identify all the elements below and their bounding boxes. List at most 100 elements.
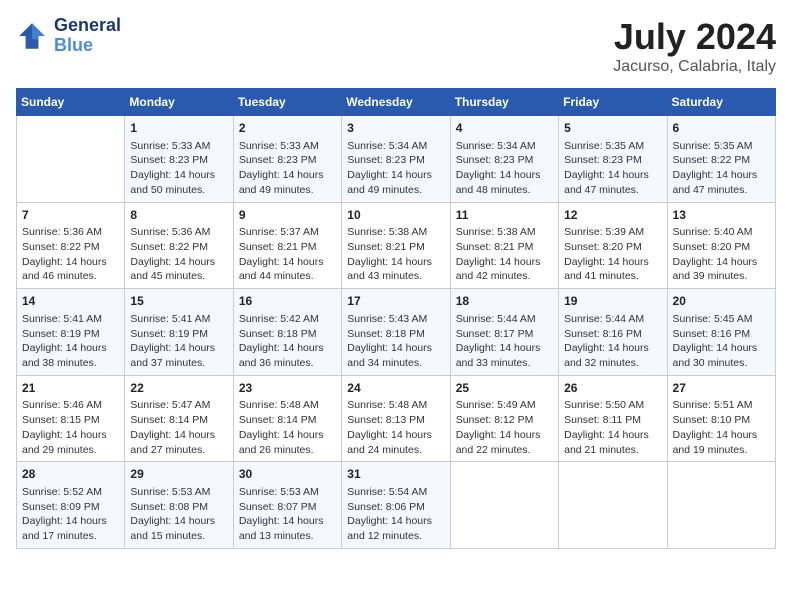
day-info: Sunrise: 5:52 AMSunset: 8:09 PMDaylight:…	[22, 485, 119, 544]
day-number: 10	[347, 207, 444, 224]
day-header-sunday: Sunday	[17, 89, 125, 116]
day-info: Sunrise: 5:36 AMSunset: 8:22 PMDaylight:…	[22, 225, 119, 284]
day-info: Sunrise: 5:53 AMSunset: 8:08 PMDaylight:…	[130, 485, 227, 544]
calendar-cell: 28 Sunrise: 5:52 AMSunset: 8:09 PMDayligh…	[17, 462, 125, 549]
day-info: Sunrise: 5:33 AMSunset: 8:23 PMDaylight:…	[130, 139, 227, 198]
logo: General Blue	[16, 16, 121, 56]
day-number: 18	[456, 293, 553, 310]
day-number: 31	[347, 466, 444, 483]
calendar-cell: 23Sunrise: 5:48 AMSunset: 8:14 PMDayligh…	[233, 375, 341, 462]
calendar-cell	[450, 462, 558, 549]
day-number: 1	[130, 120, 227, 137]
calendar-cell: 19 Sunrise: 5:44 AMSunset: 8:16 PMDayligh…	[559, 289, 667, 376]
day-info: Sunrise: 5:37 AMSunset: 8:21 PMDaylight:…	[239, 225, 336, 284]
day-info: Sunrise: 5:48 AMSunset: 8:13 PMDaylight:…	[347, 398, 444, 457]
calendar-title: July 2024	[613, 16, 776, 58]
day-number: 2	[239, 120, 336, 137]
day-info: Sunrise: 5:34 AMSunset: 8:23 PMDaylight:…	[456, 139, 553, 198]
calendar-cell: 1 Sunrise: 5:33 AMSunset: 8:23 PMDaylight…	[125, 116, 233, 203]
logo-icon	[16, 20, 48, 52]
day-header-wednesday: Wednesday	[342, 89, 450, 116]
calendar-cell: 6Sunrise: 5:35 AMSunset: 8:22 PMDaylight…	[667, 116, 775, 203]
day-number: 11	[456, 207, 553, 224]
week-row-2: 7Sunrise: 5:36 AMSunset: 8:22 PMDaylight…	[17, 202, 776, 289]
day-number: 17	[347, 293, 444, 310]
calendar-cell: 12Sunrise: 5:39 AMSunset: 8:20 PMDayligh…	[559, 202, 667, 289]
day-number: 3	[347, 120, 444, 137]
calendar-cell: 5 Sunrise: 5:35 AMSunset: 8:23 PMDaylight…	[559, 116, 667, 203]
day-info: Sunrise: 5:42 AMSunset: 8:18 PMDaylight:…	[239, 312, 336, 371]
day-info: Sunrise: 5:34 AMSunset: 8:23 PMDaylight:…	[347, 139, 444, 198]
day-info: Sunrise: 5:38 AMSunset: 8:21 PMDaylight:…	[347, 225, 444, 284]
calendar-cell: 3 Sunrise: 5:34 AMSunset: 8:23 PMDaylight…	[342, 116, 450, 203]
day-number: 13	[673, 207, 770, 224]
calendar-cell: 7Sunrise: 5:36 AMSunset: 8:22 PMDaylight…	[17, 202, 125, 289]
day-info: Sunrise: 5:48 AMSunset: 8:14 PMDaylight:…	[239, 398, 336, 457]
day-number: 27	[673, 380, 770, 397]
day-number: 4	[456, 120, 553, 137]
week-row-4: 21Sunrise: 5:46 AMSunset: 8:15 PMDayligh…	[17, 375, 776, 462]
calendar-cell: 17 Sunrise: 5:43 AMSunset: 8:18 PMDayligh…	[342, 289, 450, 376]
day-info: Sunrise: 5:35 AMSunset: 8:22 PMDaylight:…	[673, 139, 770, 198]
calendar-cell: 24Sunrise: 5:48 AMSunset: 8:13 PMDayligh…	[342, 375, 450, 462]
day-info: Sunrise: 5:44 AMSunset: 8:17 PMDaylight:…	[456, 312, 553, 371]
day-number: 23	[239, 380, 336, 397]
calendar-cell: 31Sunrise: 5:54 AMSunset: 8:06 PMDayligh…	[342, 462, 450, 549]
calendar-cell: 22Sunrise: 5:47 AMSunset: 8:14 PMDayligh…	[125, 375, 233, 462]
day-number: 8	[130, 207, 227, 224]
calendar-cell: 8Sunrise: 5:36 AMSunset: 8:22 PMDaylight…	[125, 202, 233, 289]
day-header-saturday: Saturday	[667, 89, 775, 116]
day-info: Sunrise: 5:39 AMSunset: 8:20 PMDaylight:…	[564, 225, 661, 284]
calendar-cell: 15 Sunrise: 5:41 AMSunset: 8:19 PMDayligh…	[125, 289, 233, 376]
calendar-cell: 16Sunrise: 5:42 AMSunset: 8:18 PMDayligh…	[233, 289, 341, 376]
day-info: Sunrise: 5:40 AMSunset: 8:20 PMDaylight:…	[673, 225, 770, 284]
day-info: Sunrise: 5:41 AMSunset: 8:19 PMDaylight:…	[22, 312, 119, 371]
day-header-friday: Friday	[559, 89, 667, 116]
week-row-1: 1 Sunrise: 5:33 AMSunset: 8:23 PMDaylight…	[17, 116, 776, 203]
day-number: 21	[22, 380, 119, 397]
day-info: Sunrise: 5:43 AMSunset: 8:18 PMDaylight:…	[347, 312, 444, 371]
day-number: 26	[564, 380, 661, 397]
day-info: Sunrise: 5:38 AMSunset: 8:21 PMDaylight:…	[456, 225, 553, 284]
calendar-cell: 30Sunrise: 5:53 AMSunset: 8:07 PMDayligh…	[233, 462, 341, 549]
day-number: 24	[347, 380, 444, 397]
day-number: 29	[130, 466, 227, 483]
calendar-cell: 21Sunrise: 5:46 AMSunset: 8:15 PMDayligh…	[17, 375, 125, 462]
day-info: Sunrise: 5:45 AMSunset: 8:16 PMDaylight:…	[673, 312, 770, 371]
header-row: SundayMondayTuesdayWednesdayThursdayFrid…	[17, 89, 776, 116]
calendar-cell: 20Sunrise: 5:45 AMSunset: 8:16 PMDayligh…	[667, 289, 775, 376]
day-number: 7	[22, 207, 119, 224]
day-info: Sunrise: 5:36 AMSunset: 8:22 PMDaylight:…	[130, 225, 227, 284]
day-number: 15	[130, 293, 227, 310]
week-row-5: 28 Sunrise: 5:52 AMSunset: 8:09 PMDayligh…	[17, 462, 776, 549]
day-info: Sunrise: 5:47 AMSunset: 8:14 PMDaylight:…	[130, 398, 227, 457]
calendar-cell: 14 Sunrise: 5:41 AMSunset: 8:19 PMDayligh…	[17, 289, 125, 376]
day-number: 9	[239, 207, 336, 224]
calendar-cell: 27Sunrise: 5:51 AMSunset: 8:10 PMDayligh…	[667, 375, 775, 462]
calendar-table: SundayMondayTuesdayWednesdayThursdayFrid…	[16, 88, 776, 549]
calendar-cell	[667, 462, 775, 549]
logo-text: General Blue	[54, 16, 121, 56]
calendar-cell	[17, 116, 125, 203]
day-number: 5	[564, 120, 661, 137]
day-number: 14	[22, 293, 119, 310]
day-info: Sunrise: 5:44 AMSunset: 8:16 PMDaylight:…	[564, 312, 661, 371]
calendar-cell: 26Sunrise: 5:50 AMSunset: 8:11 PMDayligh…	[559, 375, 667, 462]
calendar-cell: 4 Sunrise: 5:34 AMSunset: 8:23 PMDaylight…	[450, 116, 558, 203]
day-info: Sunrise: 5:41 AMSunset: 8:19 PMDaylight:…	[130, 312, 227, 371]
day-number: 12	[564, 207, 661, 224]
day-info: Sunrise: 5:46 AMSunset: 8:15 PMDaylight:…	[22, 398, 119, 457]
day-info: Sunrise: 5:35 AMSunset: 8:23 PMDaylight:…	[564, 139, 661, 198]
day-number: 28	[22, 466, 119, 483]
day-header-thursday: Thursday	[450, 89, 558, 116]
day-number: 22	[130, 380, 227, 397]
day-number: 19	[564, 293, 661, 310]
calendar-cell: 18 Sunrise: 5:44 AMSunset: 8:17 PMDayligh…	[450, 289, 558, 376]
day-info: Sunrise: 5:50 AMSunset: 8:11 PMDaylight:…	[564, 398, 661, 457]
calendar-cell: 10Sunrise: 5:38 AMSunset: 8:21 PMDayligh…	[342, 202, 450, 289]
day-number: 25	[456, 380, 553, 397]
day-number: 30	[239, 466, 336, 483]
day-info: Sunrise: 5:33 AMSunset: 8:23 PMDaylight:…	[239, 139, 336, 198]
calendar-cell: 2 Sunrise: 5:33 AMSunset: 8:23 PMDaylight…	[233, 116, 341, 203]
title-block: July 2024 Jacurso, Calabria, Italy	[613, 16, 776, 76]
